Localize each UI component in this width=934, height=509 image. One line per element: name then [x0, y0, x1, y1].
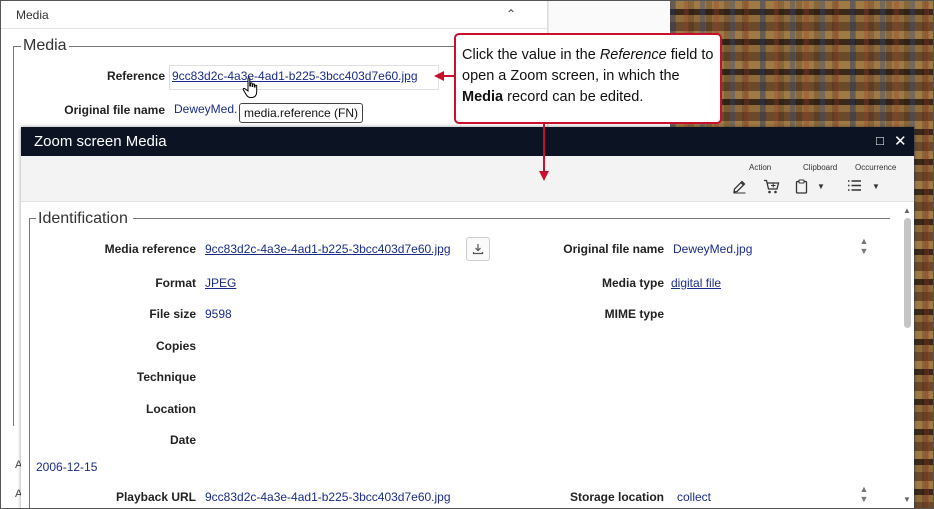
fieldset-border [13, 46, 14, 426]
callout-text: Click the value in the [462, 47, 600, 63]
media-panel-header[interactable]: Media ⌃ [1, 1, 548, 29]
format-label: Format [155, 276, 196, 290]
fieldset-border [13, 46, 21, 47]
zoom-toolbar: Action Clipboard Occurrence ▼ ▼ [21, 156, 914, 202]
media-reference-value-link[interactable]: 9cc83d2c-4a3e-4ad1-b225-3bcc403d7e60.jpg [205, 242, 463, 256]
original-file-name-label: Original file name [64, 103, 165, 117]
mime-type-label: MIME type [604, 307, 664, 321]
callout-text: record can be edited. [503, 89, 644, 105]
media-type-value-link[interactable]: digital file [671, 276, 721, 290]
clipboard-dropdown-caret-icon[interactable]: ▼ [817, 182, 825, 191]
media-panel-title: Media [16, 8, 49, 22]
instruction-callout: Click the value in the Reference field t… [454, 33, 722, 124]
playback-url-value: 9cc83d2c-4a3e-4ad1-b225-3bcc403d7e60.jpg [205, 490, 451, 504]
storage-location-value: collect [677, 490, 712, 504]
zoom-screen-title: Zoom screen Media [34, 133, 167, 150]
media-reference-label: Media reference [104, 242, 196, 256]
list-icon[interactable] [847, 179, 862, 195]
format-value-link[interactable]: JPEG [205, 276, 236, 290]
scroll-up-icon[interactable]: ▲ [903, 206, 911, 215]
callout-text-bold: Media [462, 89, 504, 105]
fieldset-border [29, 218, 30, 508]
zoom-screen-window: Zoom screen Media □ ✕ Action Clipboard O… [21, 127, 914, 508]
date-label: Date [169, 433, 196, 447]
file-size-label: File size [149, 307, 196, 321]
close-icon[interactable]: ✕ [894, 132, 907, 150]
file-size-value: 9598 [205, 307, 232, 321]
cart-icon[interactable] [763, 179, 780, 197]
screenshot-frame: Media ⌃ Media Reference 9cc83d2c-4a3e-4a… [0, 0, 934, 509]
toolbar-group-clipboard-label: Clipboard [803, 163, 838, 172]
original-file-name-value: DeweyMed. [174, 102, 238, 116]
occurrence-dropdown-caret-icon[interactable]: ▼ [872, 182, 880, 191]
date-value: 2006-12-15 [36, 460, 98, 474]
download-icon[interactable] [466, 237, 490, 261]
scroll-down-icon[interactable]: ▼ [903, 495, 911, 504]
zoom-content: Identification Media reference 9cc83d2c-… [21, 202, 914, 508]
location-label: Location [146, 402, 196, 416]
field-tooltip: media.reference (FN) [239, 103, 364, 123]
storage-location-label: Storage location [569, 490, 664, 504]
callout-text-italic: Reference [599, 47, 667, 63]
identification-section-legend: Identification [36, 210, 130, 228]
original-file-name-label: Original file name [563, 242, 664, 256]
vertical-scrollbar[interactable]: ▲ ▼ [901, 202, 914, 508]
copies-label: Copies [155, 339, 196, 353]
maximize-icon[interactable]: □ [876, 133, 884, 148]
media-type-label: Media type [601, 276, 664, 290]
zoom-title-bar: Zoom screen Media □ ✕ [21, 127, 914, 156]
clipboard-icon[interactable] [795, 179, 808, 197]
reference-label: Reference [106, 69, 165, 83]
toolbar-group-action-label: Action [749, 163, 772, 172]
section-stepper[interactable]: ▲ ▼ [858, 484, 870, 504]
reference-value-link[interactable]: 9cc83d2c-4a3e-4ad1-b225-3bcc403d7e60.jpg [172, 69, 418, 83]
technique-label: Technique [136, 370, 196, 384]
chevron-up-icon[interactable]: ⌃ [506, 7, 516, 21]
toolbar-group-occurrence-label: Occurrence [855, 163, 897, 172]
original-file-name-value: DeweyMed.jpg [673, 242, 753, 256]
media-fieldset-legend: Media [21, 37, 69, 55]
section-stepper[interactable]: ▲ ▼ [858, 236, 870, 256]
fieldset-border [133, 218, 890, 219]
edit-icon[interactable] [732, 179, 747, 197]
scrollbar-thumb[interactable] [904, 218, 911, 328]
playback-url-label: Playback URL [115, 490, 196, 504]
hand-cursor-icon [242, 77, 258, 98]
